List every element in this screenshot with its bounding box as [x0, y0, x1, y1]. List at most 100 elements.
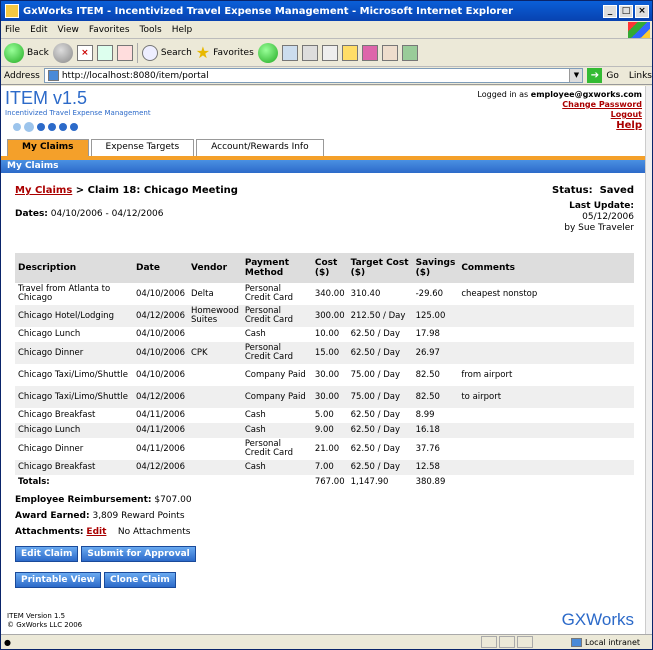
- breadcrumb-my-claims-link[interactable]: My Claims: [15, 185, 72, 196]
- home-icon[interactable]: [116, 44, 133, 61]
- cell-description: Chicago Lunch: [18, 329, 81, 339]
- menu-file[interactable]: File: [5, 25, 20, 35]
- status-cell: [480, 636, 497, 648]
- col-target-cost: Target Cost ($): [347, 253, 413, 283]
- favorites-label: Favorites: [213, 47, 254, 58]
- clone-claim-button[interactable]: Clone Claim: [103, 572, 176, 588]
- cell-payment-method: Personal Credit Card: [244, 439, 294, 458]
- change-password-link[interactable]: Change Password: [562, 100, 642, 109]
- table-header-row: Description Date Vendor Payment Method C…: [15, 253, 634, 283]
- tab-expense-targets[interactable]: Expense Targets: [90, 139, 195, 156]
- windows-logo-icon: [628, 22, 650, 38]
- cell-vendor: Delta: [191, 288, 214, 299]
- cell-target-cost: 62.50 / Day: [347, 460, 413, 475]
- favorites-button[interactable]: ★ Favorites: [196, 43, 254, 62]
- attachments-value: No Attachments: [117, 527, 191, 537]
- help-link[interactable]: Help: [616, 120, 642, 131]
- cell-date: 04/10/2006: [136, 288, 185, 299]
- forward-button[interactable]: [52, 42, 73, 63]
- zone-label: Local intranet: [584, 637, 640, 647]
- totals-savings: 380.89: [415, 476, 446, 487]
- logout-link[interactable]: Logout: [611, 110, 642, 119]
- dot: [37, 123, 45, 131]
- last-update: Last Update: 05/12/2006 by Sue Traveler: [564, 201, 634, 234]
- cell-savings: 17.98: [415, 329, 440, 339]
- maximize-button[interactable]: □: [619, 4, 633, 18]
- history-icon[interactable]: [281, 44, 298, 61]
- totals-target: 1,147.90: [350, 476, 389, 487]
- edit-claim-button[interactable]: Edit Claim: [15, 546, 79, 562]
- status-label: Status:: [552, 185, 593, 196]
- dot: [13, 123, 21, 131]
- submit-for-approval-button[interactable]: Submit for Approval: [81, 546, 196, 562]
- menu-tools[interactable]: Tools: [140, 25, 162, 35]
- address-dropdown-icon[interactable]: ▼: [569, 69, 583, 82]
- breadcrumb-current: > Claim 18: Chicago Meeting: [75, 185, 238, 196]
- attachments-edit-link[interactable]: Edit: [86, 527, 106, 537]
- printable-view-button[interactable]: Printable View: [15, 572, 101, 588]
- app-title: ITEM v1.5: [5, 88, 88, 108]
- totals-cost: 767.00: [314, 476, 345, 487]
- research-icon[interactable]: [381, 44, 398, 61]
- col-payment-method: Payment Method: [241, 253, 312, 283]
- menu-favorites[interactable]: Favorites: [89, 25, 130, 35]
- messenger-icon[interactable]: [361, 44, 378, 61]
- print-icon[interactable]: [301, 44, 318, 61]
- vertical-scrollbar[interactable]: [645, 86, 652, 634]
- page-header: ITEM v1.5 Incentivized Travel Expense Ma…: [1, 86, 646, 136]
- back-button[interactable]: Back: [4, 42, 49, 63]
- menu-view[interactable]: View: [58, 25, 79, 35]
- table-row: Chicago Lunch 04/10/2006 Cash 10.00 62.50 / …: [15, 327, 634, 342]
- cell-savings: 26.97: [412, 342, 459, 364]
- last-update-by: by Sue Traveler: [564, 223, 634, 233]
- cell-description: Chicago Breakfast: [15, 460, 133, 475]
- cell-payment-method: Cash: [241, 423, 312, 438]
- cell-date: 04/12/2006: [133, 386, 188, 408]
- award-label: Award Earned:: [15, 511, 90, 521]
- table-row: Chicago Lunch 04/11/2006 Cash 9.00 62.50 / D…: [15, 423, 634, 438]
- cell-description: Travel from Atlanta to Chicago: [18, 284, 111, 303]
- cell-cost: 5.00: [314, 410, 334, 420]
- dates-value: 04/10/2006 - 04/12/2006: [50, 209, 164, 219]
- copyright-text: © GxWorks LLC 2006: [7, 621, 83, 629]
- discuss-icon[interactable]: [401, 44, 418, 61]
- folder-icon[interactable]: [341, 44, 358, 61]
- cell-cost: 21.00: [314, 443, 340, 454]
- cell-cost: 15.00: [311, 342, 348, 364]
- cell-comments: to airport: [458, 386, 634, 408]
- stop-icon[interactable]: ×: [76, 44, 93, 61]
- cell-description: Chicago Dinner: [18, 443, 84, 454]
- close-button[interactable]: ×: [635, 4, 649, 18]
- window-title: GxWorks ITEM - Incentivized Travel Expen…: [23, 5, 514, 17]
- tab-account-rewards[interactable]: Account/Rewards Info: [196, 139, 324, 156]
- cell-comments: [458, 460, 634, 475]
- status-bar: ● Local intranet: [1, 634, 652, 649]
- go-button[interactable]: Go: [606, 71, 618, 81]
- table-row: Chicago Dinner 04/11/2006 Personal Credit …: [15, 438, 634, 460]
- address-input[interactable]: http://localhost:8080/item/portal ▼: [43, 68, 584, 83]
- cell-payment-method: Personal Credit Card: [241, 342, 312, 364]
- minimize-button[interactable]: _: [603, 4, 617, 18]
- attachments-label: Attachments:: [15, 527, 84, 537]
- refresh-icon[interactable]: [96, 44, 113, 61]
- cell-vendor: [188, 408, 242, 423]
- status-value: Saved: [599, 185, 634, 196]
- cell-date: 04/10/2006: [136, 369, 185, 380]
- dot: [24, 122, 34, 132]
- cell-cost: 9.00: [311, 423, 348, 438]
- links-button[interactable]: Links: [629, 71, 652, 81]
- edit-page-icon[interactable]: [321, 44, 338, 61]
- go-arrow-icon[interactable]: ➔: [587, 68, 603, 83]
- cell-vendor: [188, 423, 242, 438]
- search-button[interactable]: Search: [141, 44, 192, 61]
- media-icon[interactable]: [257, 42, 278, 63]
- tab-my-claims[interactable]: My Claims: [7, 139, 89, 156]
- button-row-2: Printable View Clone Claim: [15, 572, 634, 588]
- cell-target-cost: 310.40: [350, 288, 381, 299]
- toolbar: Back × Search ★ Favorites: [1, 39, 652, 67]
- menu-help[interactable]: Help: [172, 25, 193, 35]
- menu-edit[interactable]: Edit: [30, 25, 47, 35]
- page-icon: [47, 70, 59, 81]
- cell-vendor: [188, 386, 242, 408]
- table-row: Chicago Hotel/Lodging 04/12/2006 Homewood …: [15, 305, 634, 327]
